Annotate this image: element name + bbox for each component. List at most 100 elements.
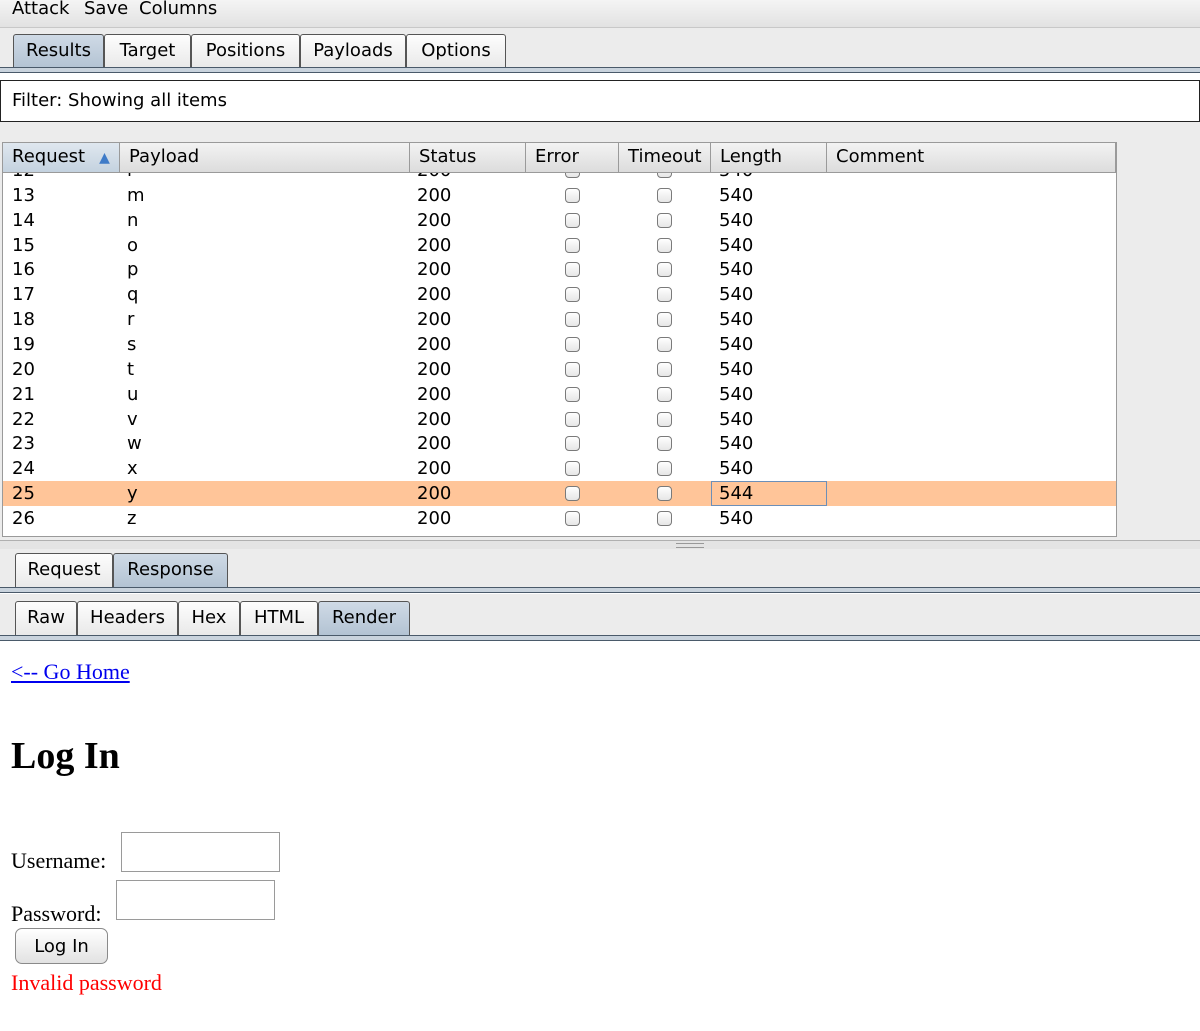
column-header-payload[interactable]: Payload xyxy=(120,143,410,172)
timeout-checkbox[interactable] xyxy=(657,386,672,402)
timeout-checkbox[interactable] xyxy=(657,237,672,253)
error-checkbox[interactable] xyxy=(565,173,580,178)
tab-target[interactable]: Target xyxy=(104,34,191,68)
timeout-checkbox[interactable] xyxy=(657,461,672,477)
go-home-link[interactable]: <-- Go Home xyxy=(11,659,130,685)
error-checkbox[interactable] xyxy=(565,237,580,253)
cell-payload: w xyxy=(127,433,142,455)
table-row[interactable]: 18 r 200 540 xyxy=(3,307,1116,332)
cell-status: 200 xyxy=(417,184,452,206)
column-header-request[interactable]: Request ▲ xyxy=(3,143,120,172)
table-row[interactable]: 17 q 200 540 xyxy=(3,282,1116,307)
cell-length: 540 xyxy=(719,383,754,405)
cell-status: 200 xyxy=(417,433,452,455)
column-header-timeout[interactable]: Timeout xyxy=(619,143,711,172)
table-row[interactable]: 24 x 200 540 xyxy=(3,456,1116,481)
tab-render[interactable]: Render xyxy=(318,601,410,635)
table-row[interactable]: 20 t 200 540 xyxy=(3,357,1116,382)
table-row[interactable]: 16 p 200 540 xyxy=(3,257,1116,282)
cell-payload: x xyxy=(127,458,138,480)
table-row[interactable]: 13 m 200 540 xyxy=(3,183,1116,208)
cell-request: 14 xyxy=(12,209,35,231)
tab-hex[interactable]: Hex xyxy=(178,601,240,635)
cell-request: 21 xyxy=(12,383,35,405)
timeout-checkbox[interactable] xyxy=(657,187,672,203)
table-row[interactable]: 21 u 200 540 xyxy=(3,382,1116,407)
username-label: Username: xyxy=(11,848,107,873)
column-header-error[interactable]: Error xyxy=(526,143,619,172)
cell-length: 540 xyxy=(719,433,754,455)
login-button[interactable]: Log In xyxy=(15,928,108,964)
error-checkbox[interactable] xyxy=(565,386,580,402)
cell-payload: z xyxy=(127,507,137,529)
error-checkbox[interactable] xyxy=(565,287,580,303)
username-input[interactable] xyxy=(121,832,280,872)
error-checkbox[interactable] xyxy=(565,361,580,377)
column-header-length[interactable]: Length xyxy=(711,143,827,172)
column-header-comment[interactable]: Comment xyxy=(827,143,1116,172)
filter-text: Filter: Showing all items xyxy=(12,90,227,111)
timeout-checkbox[interactable] xyxy=(657,510,672,526)
table-row[interactable]: 15 o 200 540 xyxy=(3,233,1116,258)
error-checkbox[interactable] xyxy=(565,336,580,352)
table-row[interactable]: 14 n 200 540 xyxy=(3,208,1116,233)
tab-html[interactable]: HTML xyxy=(240,601,318,635)
tab-response[interactable]: Response xyxy=(113,553,228,587)
cell-request: 13 xyxy=(12,184,35,206)
table-row[interactable]: 12 l 200 540 xyxy=(3,173,1116,183)
cell-request: 23 xyxy=(12,433,35,455)
error-checkbox[interactable] xyxy=(565,212,580,228)
error-checkbox[interactable] xyxy=(565,510,580,526)
column-header-status[interactable]: Status xyxy=(410,143,526,172)
table-row[interactable]: 25 y 200 544 xyxy=(3,481,1116,507)
tab-underline xyxy=(0,67,1200,73)
cell-length: 540 xyxy=(719,284,754,306)
tab-results[interactable]: Results xyxy=(13,34,104,68)
cell-status: 200 xyxy=(417,259,452,281)
error-checkbox[interactable] xyxy=(565,262,580,278)
cell-request: 19 xyxy=(12,333,35,355)
table-row[interactable]: 23 w 200 540 xyxy=(3,431,1116,456)
cell-request: 12 xyxy=(12,173,35,183)
timeout-checkbox[interactable] xyxy=(657,411,672,427)
table-row[interactable]: 26 z 200 540 xyxy=(3,506,1116,531)
cell-request: 24 xyxy=(12,458,35,480)
splitter-grip-icon[interactable] xyxy=(676,543,704,548)
menu-save[interactable]: Save xyxy=(84,0,128,19)
rendered-response: <-- Go Home Log In Username: Password: L… xyxy=(0,644,1200,1031)
table-row[interactable]: 22 v 200 540 xyxy=(3,407,1116,432)
tab-options[interactable]: Options xyxy=(406,34,506,68)
timeout-checkbox[interactable] xyxy=(657,436,672,452)
timeout-checkbox[interactable] xyxy=(657,312,672,328)
password-input[interactable] xyxy=(116,880,275,920)
cell-length: 540 xyxy=(719,507,754,529)
timeout-checkbox[interactable] xyxy=(657,486,672,502)
tab-request[interactable]: Request xyxy=(15,553,113,587)
timeout-checkbox[interactable] xyxy=(657,173,672,178)
table-row[interactable]: 19 s 200 540 xyxy=(3,332,1116,357)
timeout-checkbox[interactable] xyxy=(657,361,672,377)
cell-request: 20 xyxy=(12,358,35,380)
error-checkbox[interactable] xyxy=(565,486,580,502)
cell-payload: q xyxy=(127,284,139,306)
filter-bar[interactable]: Filter: Showing all items xyxy=(0,80,1200,122)
timeout-checkbox[interactable] xyxy=(657,262,672,278)
timeout-checkbox[interactable] xyxy=(657,287,672,303)
cell-request: 22 xyxy=(12,408,35,430)
error-checkbox[interactable] xyxy=(565,436,580,452)
page-title: Log In xyxy=(11,735,120,777)
cell-status: 200 xyxy=(417,358,452,380)
tab-raw[interactable]: Raw xyxy=(15,601,77,635)
error-checkbox[interactable] xyxy=(565,411,580,427)
tab-positions[interactable]: Positions xyxy=(191,34,300,68)
error-checkbox[interactable] xyxy=(565,461,580,477)
timeout-checkbox[interactable] xyxy=(657,336,672,352)
cell-length: 540 xyxy=(719,209,754,231)
error-checkbox[interactable] xyxy=(565,187,580,203)
menu-attack[interactable]: Attack xyxy=(12,0,69,19)
menu-columns[interactable]: Columns xyxy=(139,0,217,19)
error-checkbox[interactable] xyxy=(565,312,580,328)
timeout-checkbox[interactable] xyxy=(657,212,672,228)
tab-payloads[interactable]: Payloads xyxy=(300,34,406,68)
tab-headers[interactable]: Headers xyxy=(77,601,178,635)
